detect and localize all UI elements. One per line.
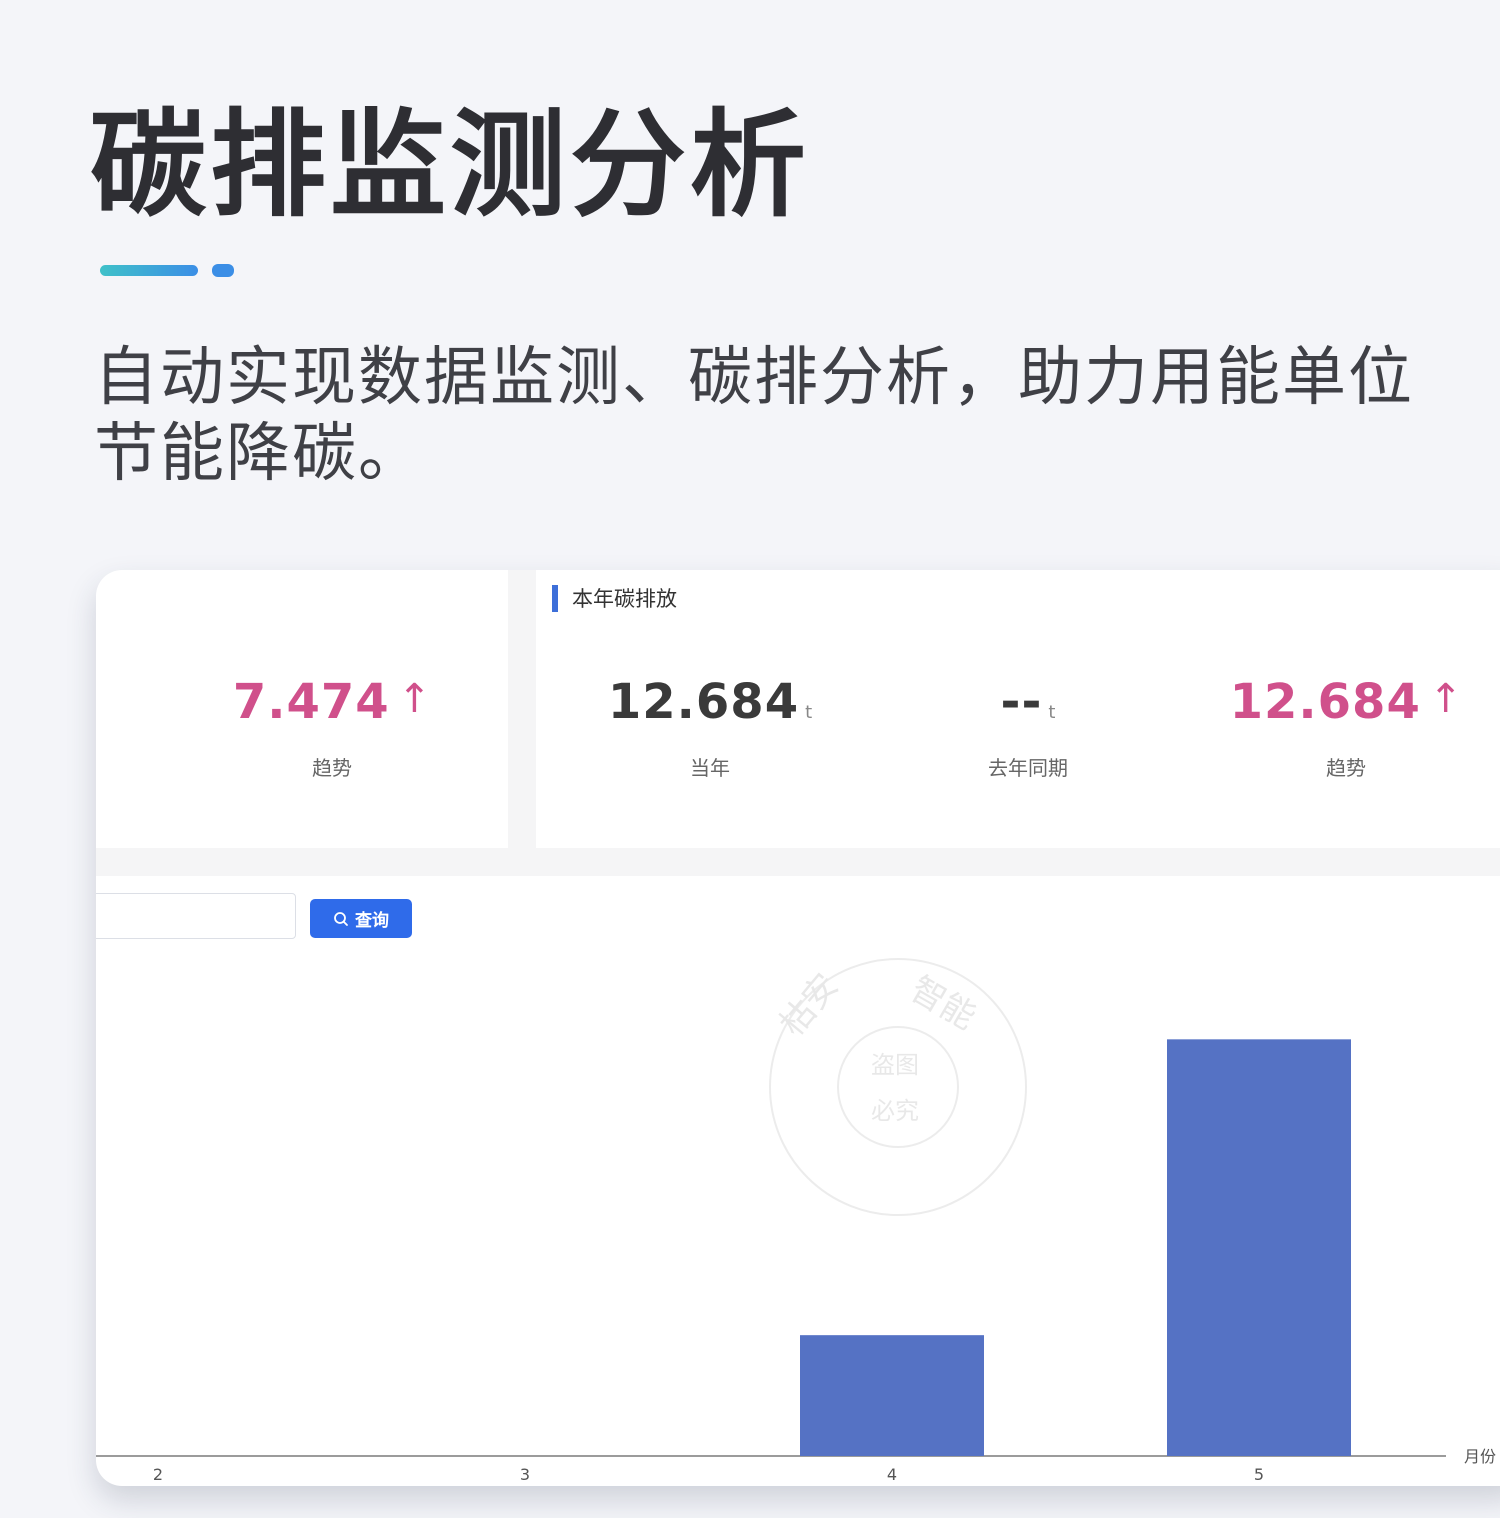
x-tick-label-2: 2	[153, 1465, 163, 1484]
x-tick-label-4: 4	[887, 1465, 897, 1484]
watermark-inner-line1: 盗图	[871, 1051, 919, 1079]
watermark-outer-text-2: 智能	[904, 969, 983, 1038]
hero-title: 碳排监测分析	[90, 98, 810, 233]
bar-month-5[interactable]	[1167, 1039, 1351, 1456]
accent-dot	[212, 264, 234, 277]
dashboard-card: 7.474 ↑ 趋势 本年碳排放 12.684 t 当年 -- t 去年同期 1…	[96, 570, 1500, 1486]
watermark-inner-line2: 必究	[871, 1097, 919, 1125]
page: 碳排监测分析 自动实现数据监测、碳排分析，助力用能单位节能降碳。 7.474 ↑…	[0, 0, 1500, 1518]
x-tick-label-5: 5	[1254, 1465, 1264, 1484]
bar-month-4[interactable]	[800, 1335, 984, 1456]
x-axis-label: 月份	[1464, 1447, 1496, 1466]
watermark-stamp: 枯安 智能 盗图 必究	[769, 958, 1027, 1216]
hero-subtitle: 自动实现数据监测、碳排分析，助力用能单位节能降碳。	[94, 341, 1414, 491]
x-tick-label-3: 3	[520, 1465, 530, 1484]
accent-bar	[100, 265, 198, 276]
